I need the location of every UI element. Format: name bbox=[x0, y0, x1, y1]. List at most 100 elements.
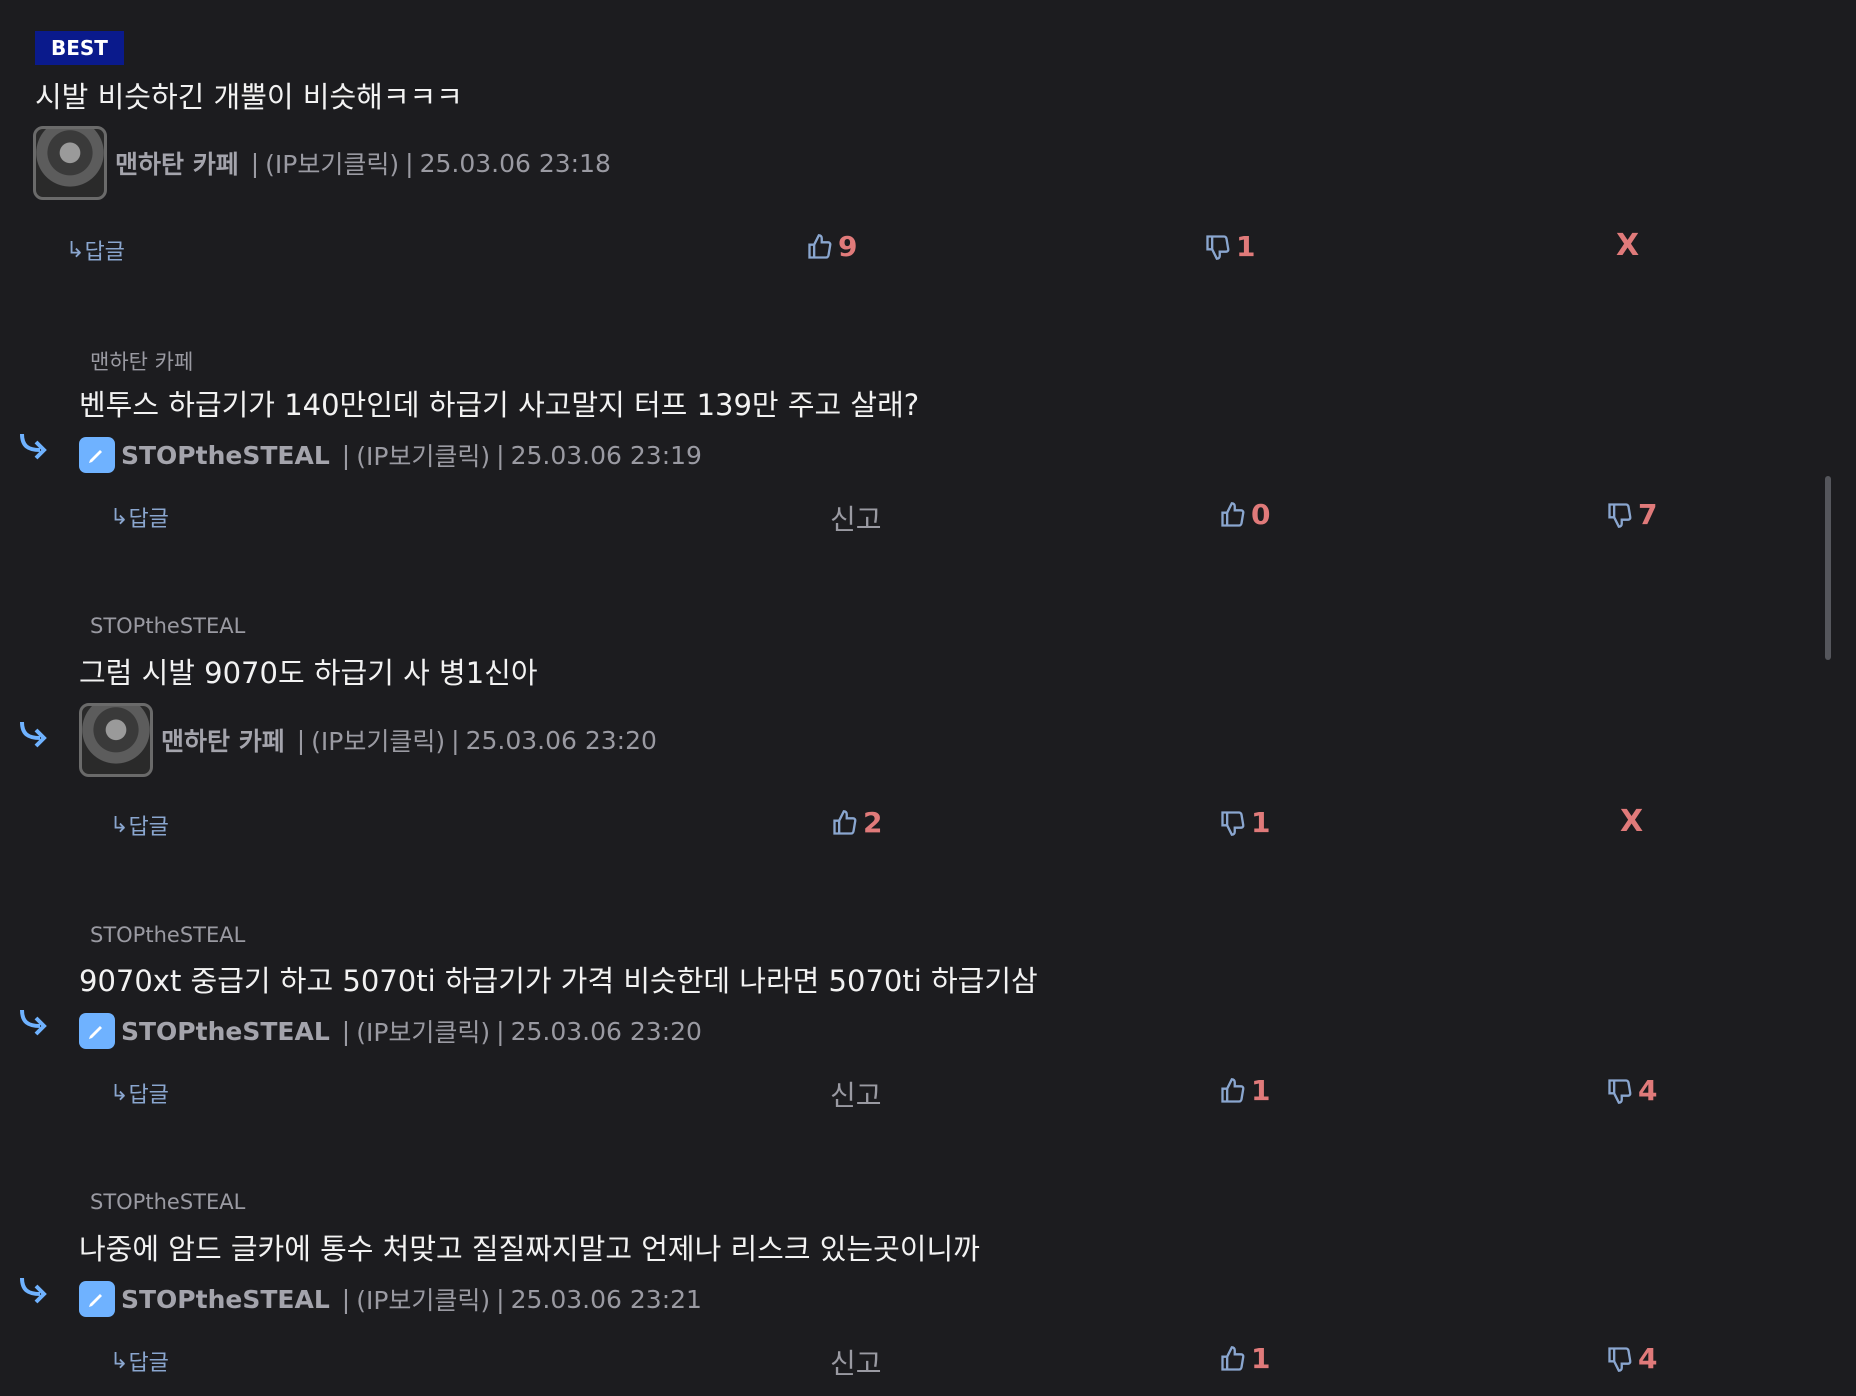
thumbs-up-icon bbox=[1221, 1077, 1245, 1103]
timestamp: 25.03.06 23:20 bbox=[465, 725, 657, 755]
ip-link[interactable]: (IP보기클릭) bbox=[311, 722, 445, 758]
author-nickname[interactable]: STOPtheSTEAL bbox=[121, 441, 330, 470]
author-nickname[interactable]: 맨하탄 카페 bbox=[115, 145, 239, 181]
like-button[interactable]: 0 bbox=[1219, 498, 1270, 531]
reply-to-label: STOPtheSTEAL bbox=[90, 923, 246, 947]
timestamp: 25.03.06 23:21 bbox=[510, 1284, 702, 1314]
reply-arrow-icon: ↳ bbox=[110, 812, 129, 838]
reply-button[interactable]: ↳ 답글 bbox=[110, 809, 169, 841]
like-count: 1 bbox=[1251, 1074, 1271, 1107]
reply-button[interactable]: ↳ 답글 bbox=[110, 1077, 169, 1109]
pencil-icon bbox=[79, 1013, 115, 1049]
reply-arrow-icon: ↳ bbox=[110, 504, 129, 530]
comment-meta: 맨하탄 카페 | (IP보기클릭) | 25.03.06 23:20 bbox=[79, 703, 657, 777]
report-button[interactable]: 신고 bbox=[830, 498, 882, 538]
reply-arrow-icon: ↳ bbox=[66, 237, 85, 263]
reply-indent-arrow-icon bbox=[20, 721, 47, 748]
like-count: 2 bbox=[863, 806, 883, 839]
comment-text: 9070xt 중급기 하고 5070ti 하급기가 가격 비슷한데 나라면 50… bbox=[79, 964, 1038, 998]
thumbs-up-icon bbox=[1221, 501, 1245, 527]
separator: | bbox=[341, 1016, 351, 1046]
like-button[interactable]: 1 bbox=[1219, 1342, 1270, 1375]
reply-arrow-icon: ↳ bbox=[110, 1348, 129, 1374]
comment-meta: STOPtheSTEAL | (IP보기클릭) | 25.03.06 23:19 bbox=[79, 437, 702, 473]
thumbs-down-icon bbox=[1608, 1346, 1632, 1372]
like-count: 0 bbox=[1251, 498, 1271, 531]
reply-label: 답글 bbox=[128, 1351, 169, 1376]
like-button[interactable]: 2 bbox=[831, 806, 882, 839]
thumbs-down-icon bbox=[1206, 234, 1230, 260]
separator: | bbox=[296, 725, 306, 755]
reply-arrow-icon: ↳ bbox=[110, 1080, 129, 1106]
reply-to-label: 맨하탄 카페 bbox=[90, 350, 194, 374]
separator: | bbox=[341, 1284, 351, 1314]
reply-to-label: STOPtheSTEAL bbox=[90, 1190, 246, 1214]
comment-meta: 맨하탄 카페 | (IP보기클릭) | 25.03.06 23:18 bbox=[33, 126, 611, 200]
report-button[interactable]: 신고 bbox=[830, 1074, 882, 1114]
thumbs-up-icon bbox=[1221, 1345, 1245, 1371]
reply-label: 답글 bbox=[128, 1083, 169, 1108]
pencil-icon bbox=[79, 1281, 115, 1317]
avatar[interactable] bbox=[33, 126, 107, 200]
reply-indent-arrow-icon bbox=[20, 1009, 47, 1036]
comment-text: 그럼 시발 9070도 하급기 사 병1신아 bbox=[79, 656, 538, 690]
reply-to-label: STOPtheSTEAL bbox=[90, 614, 246, 638]
comment-meta: STOPtheSTEAL | (IP보기클릭) | 25.03.06 23:20 bbox=[79, 1013, 702, 1049]
reply-label: 답글 bbox=[128, 815, 169, 840]
report-button[interactable]: 신고 bbox=[830, 1342, 882, 1382]
comment-text: 시발 비슷하긴 개뿔이 비슷해ㅋㅋㅋ bbox=[35, 80, 463, 114]
thumbs-down-icon bbox=[1608, 502, 1632, 528]
reply-label: 답글 bbox=[128, 507, 169, 532]
dislike-button[interactable]: 4 bbox=[1606, 1342, 1657, 1375]
comment-text: 나중에 암드 글카에 통수 처맞고 질질짜지말고 언제나 리스크 있는곳이니까 bbox=[79, 1232, 980, 1266]
separator: | bbox=[496, 1284, 505, 1314]
like-count: 9 bbox=[838, 230, 858, 263]
delete-button[interactable]: X bbox=[1616, 228, 1639, 263]
separator: | bbox=[496, 440, 505, 470]
dislike-count: 1 bbox=[1251, 806, 1271, 839]
separator: | bbox=[496, 1016, 505, 1046]
avatar[interactable] bbox=[79, 703, 153, 777]
like-button[interactable]: 9 bbox=[806, 230, 857, 263]
pencil-icon bbox=[79, 437, 115, 473]
dislike-button[interactable]: 1 bbox=[1219, 806, 1270, 839]
reply-button[interactable]: ↳ 답글 bbox=[110, 501, 169, 533]
reply-indent-arrow-icon bbox=[20, 433, 47, 460]
reply-label: 답글 bbox=[84, 240, 125, 265]
dislike-count: 1 bbox=[1236, 230, 1256, 263]
thumbs-up-icon bbox=[808, 233, 832, 259]
ip-link[interactable]: (IP보기클릭) bbox=[356, 1013, 490, 1049]
like-count: 1 bbox=[1251, 1342, 1271, 1375]
reply-button[interactable]: ↳ 답글 bbox=[66, 234, 125, 266]
dislike-count: 7 bbox=[1638, 498, 1658, 531]
ip-link[interactable]: (IP보기클릭) bbox=[356, 1281, 490, 1317]
best-badge: BEST bbox=[35, 31, 124, 65]
thumbs-down-icon bbox=[1221, 810, 1245, 836]
timestamp: 25.03.06 23:19 bbox=[510, 440, 702, 470]
separator: | bbox=[451, 725, 460, 755]
dislike-button[interactable]: 4 bbox=[1606, 1074, 1657, 1107]
author-nickname[interactable]: STOPtheSTEAL bbox=[121, 1017, 330, 1046]
dislike-button[interactable]: 7 bbox=[1606, 498, 1657, 531]
dislike-button[interactable]: 1 bbox=[1204, 230, 1255, 263]
separator: | bbox=[250, 148, 260, 178]
thumbs-up-icon bbox=[833, 809, 857, 835]
reply-button[interactable]: ↳ 답글 bbox=[110, 1345, 169, 1377]
separator: | bbox=[341, 440, 351, 470]
timestamp: 25.03.06 23:18 bbox=[419, 148, 611, 178]
timestamp: 25.03.06 23:20 bbox=[510, 1016, 702, 1046]
like-button[interactable]: 1 bbox=[1219, 1074, 1270, 1107]
dislike-count: 4 bbox=[1638, 1342, 1658, 1375]
comment-text: 벤투스 하급기가 140만인데 하급기 사고말지 터프 139만 주고 살래? bbox=[79, 388, 920, 422]
comment-meta: STOPtheSTEAL | (IP보기클릭) | 25.03.06 23:21 bbox=[79, 1281, 702, 1317]
delete-button[interactable]: X bbox=[1620, 804, 1643, 839]
dislike-count: 4 bbox=[1638, 1074, 1658, 1107]
author-nickname[interactable]: STOPtheSTEAL bbox=[121, 1285, 330, 1314]
ip-link[interactable]: (IP보기클릭) bbox=[356, 437, 490, 473]
ip-link[interactable]: (IP보기클릭) bbox=[265, 145, 399, 181]
reply-indent-arrow-icon bbox=[20, 1277, 47, 1304]
scrollbar[interactable] bbox=[1825, 476, 1831, 660]
thumbs-down-icon bbox=[1608, 1078, 1632, 1104]
separator: | bbox=[405, 148, 414, 178]
author-nickname[interactable]: 맨하탄 카페 bbox=[161, 722, 285, 758]
